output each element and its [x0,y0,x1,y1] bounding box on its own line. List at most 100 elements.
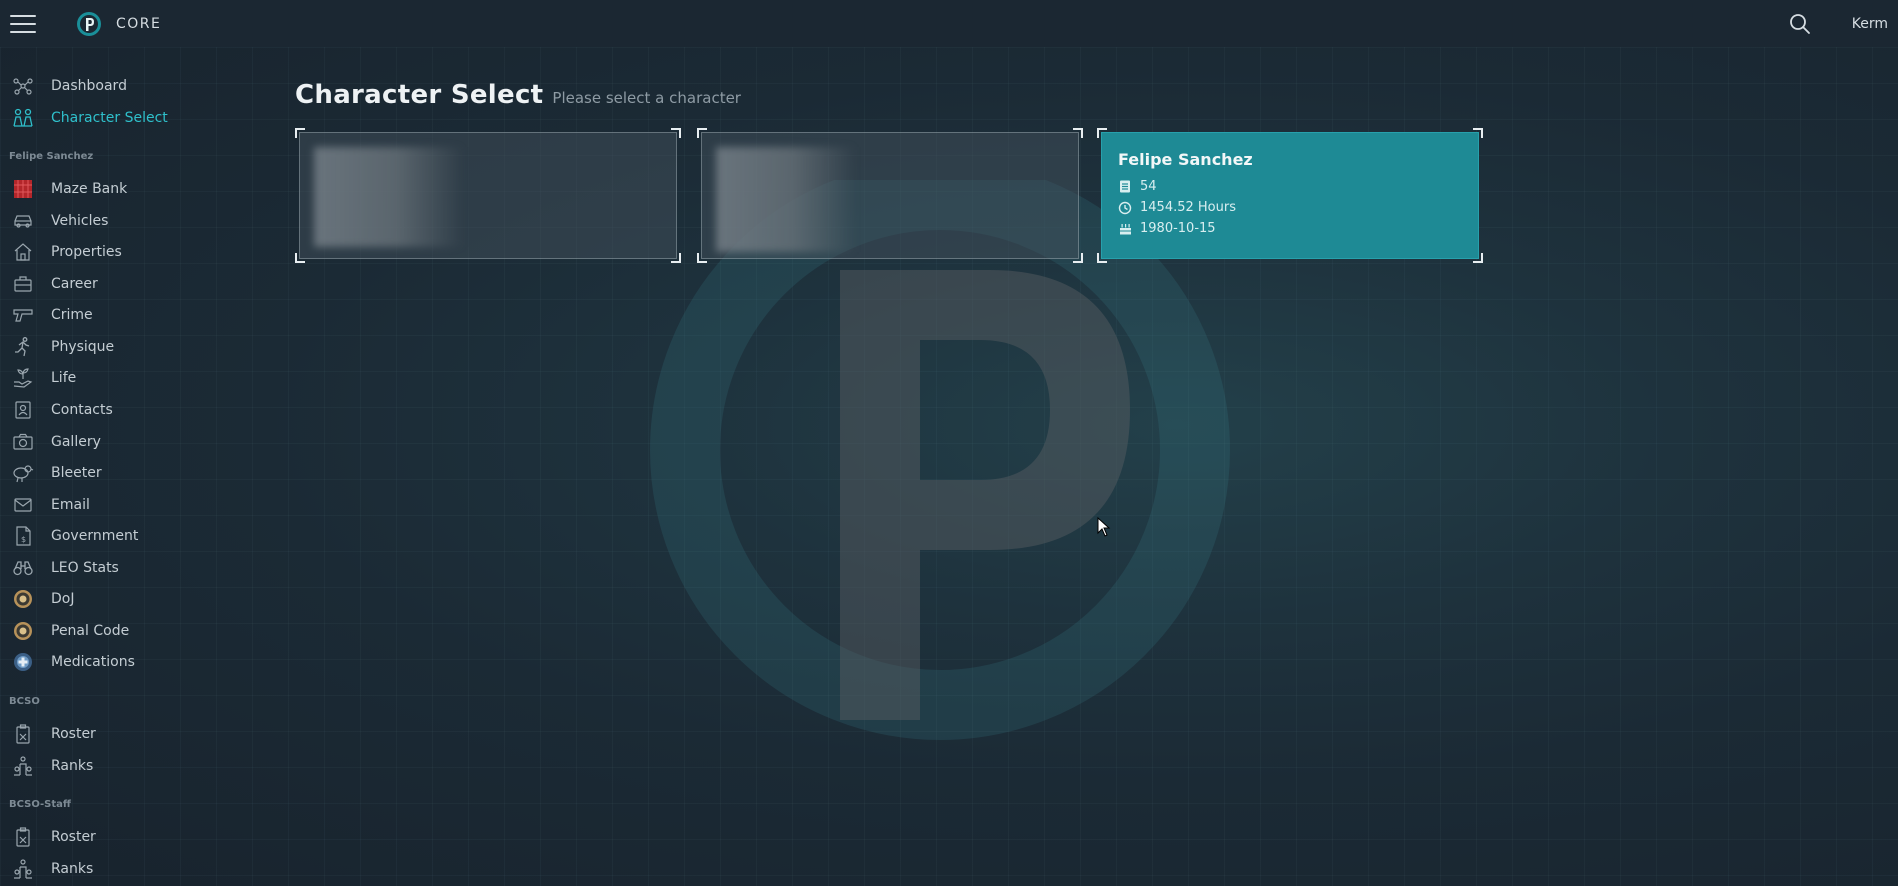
briefcase-icon [12,273,34,295]
svg-text:$: $ [21,535,26,544]
sidebar-item-dashboard[interactable]: Dashboard [12,75,252,97]
character-id: 54 [1140,179,1157,194]
binoculars-icon [12,557,34,579]
contact-card-icon [12,399,34,421]
medical-seal-icon [12,651,34,673]
sidebar-item-government[interactable]: $ Government [12,525,252,547]
section-label-bcso-staff: BCSO-Staff [9,799,72,810]
sidebar-item-properties[interactable]: Properties [12,241,252,263]
sidebar-item-doj[interactable]: DoJ [12,588,252,610]
character-card-body: Felipe Sanchez 54 1454.52 Hours 1980-10-… [1101,132,1479,259]
character-card-2[interactable] [697,128,1083,263]
section-label-character: Felipe Sanchez [9,151,94,162]
sidebar-item-label: Government [51,528,139,544]
sidebar-item-label: Life [51,370,77,386]
sidebar-item-contacts[interactable]: Contacts [12,399,252,421]
character-name: Felipe Sanchez [1118,150,1253,169]
sidebar-item-label: Contacts [51,402,113,418]
sidebar-item-label: Ranks [51,861,94,877]
hierarchy-icon [12,755,34,777]
sidebar-item-life[interactable]: Life [12,367,252,389]
sidebar-item-label: Vehicles [51,213,109,229]
sidebar-item-label: LEO Stats [51,560,119,576]
page-title: Character Select [295,80,544,110]
page-subtitle: Please select a character [552,89,741,107]
sidebar-item-character-select[interactable]: Character Select [12,107,252,129]
sidebar-item-label: Medications [51,654,135,670]
sidebar-item-label: Email [51,497,90,513]
hand-plant-icon [12,367,34,389]
character-birthdate-stat: 1980-10-15 [1118,221,1216,236]
cake-icon [1118,222,1132,236]
sidebar-item-label: Properties [51,244,122,260]
sidebar-item-label: Gallery [51,434,101,450]
section-label-bcso: BCSO [9,696,40,707]
sidebar-item-career[interactable]: Career [12,273,252,295]
bird-icon [12,462,34,484]
sidebar-item-label: Physique [51,339,115,355]
sidebar-item-physique[interactable]: Physique [12,336,252,358]
search-icon[interactable] [1788,12,1812,36]
sidebar-item-label: Roster [51,726,96,742]
mouse-cursor-icon [1097,517,1111,537]
sidebar-item-leo-stats[interactable]: LEO Stats [12,557,252,579]
character-id-stat: 54 [1118,179,1157,194]
sidebar-item-crime[interactable]: Crime [12,304,252,326]
sidebar-item-bcso-roster[interactable]: Roster [12,723,252,745]
sidebar-item-label: Ranks [51,758,94,774]
badge-icon [12,826,34,848]
sidebar-item-label: Character Select [51,110,168,126]
redacted-character-info [716,147,856,252]
redacted-character-info [314,147,464,247]
camera-icon [12,431,34,453]
brand-name: CORE [116,15,162,32]
character-hours-stat: 1454.52 Hours [1118,200,1236,215]
hierarchy-icon [12,858,34,880]
clock-icon [1118,201,1132,215]
sidebar-item-staff-roster[interactable]: Roster [12,826,252,848]
sidebar-item-label: Dashboard [51,78,127,94]
envelope-icon [12,494,34,516]
sidebar-item-penal-code[interactable]: Penal Code [12,620,252,642]
sidebar-item-vehicles[interactable]: Vehicles [12,210,252,232]
core-logo-icon[interactable] [76,11,102,37]
character-birthdate: 1980-10-15 [1140,221,1216,236]
maze-bank-icon [12,178,34,200]
sidebar-item-label: Crime [51,307,93,323]
doj-seal-icon [12,588,34,610]
top-bar: CORE Kerm [0,0,1898,47]
sidebar-item-bcso-ranks[interactable]: Ranks [12,755,252,777]
sidebar-item-bleeter[interactable]: Bleeter [12,462,252,484]
pistol-icon [12,304,34,326]
car-icon [12,210,34,232]
document-dollar-icon: $ [12,525,34,547]
sidebar-item-label: Bleeter [51,465,102,481]
sidebar-item-email[interactable]: Email [12,494,252,516]
top-bar-right: Kerm [1788,12,1898,36]
badge-icon [12,723,34,745]
sidebar-item-label: Penal Code [51,623,130,639]
sidebar: Dashboard Character Select Felipe Sanche… [0,47,270,886]
hamburger-menu-icon[interactable] [10,14,36,34]
sidebar-item-medications[interactable]: Medications [12,651,252,673]
app-page: CORE Kerm Dashboard Character Select Fel… [0,0,1898,886]
character-card-1[interactable] [295,128,681,263]
character-hours: 1454.52 Hours [1140,200,1236,215]
sidebar-item-label: Roster [51,829,96,845]
sidebar-item-label: DoJ [51,591,75,607]
id-card-icon [1118,180,1132,194]
character-card-felipe-sanchez[interactable]: Felipe Sanchez 54 1454.52 Hours 1980-10-… [1097,128,1483,263]
character-card-body [701,132,1079,259]
character-card-body [299,132,677,259]
background-logo-icon [650,180,1230,740]
sidebar-item-gallery[interactable]: Gallery [12,431,252,453]
sidebar-item-maze-bank[interactable]: Maze Bank [12,178,252,200]
sidebar-item-label: Career [51,276,98,292]
network-icon [12,75,34,97]
sidebar-item-staff-ranks[interactable]: Ranks [12,858,252,880]
user-name[interactable]: Kerm [1852,16,1888,32]
running-icon [12,336,34,358]
people-icon [12,107,34,129]
doj-seal-icon [12,620,34,642]
sidebar-item-label: Maze Bank [51,181,128,197]
